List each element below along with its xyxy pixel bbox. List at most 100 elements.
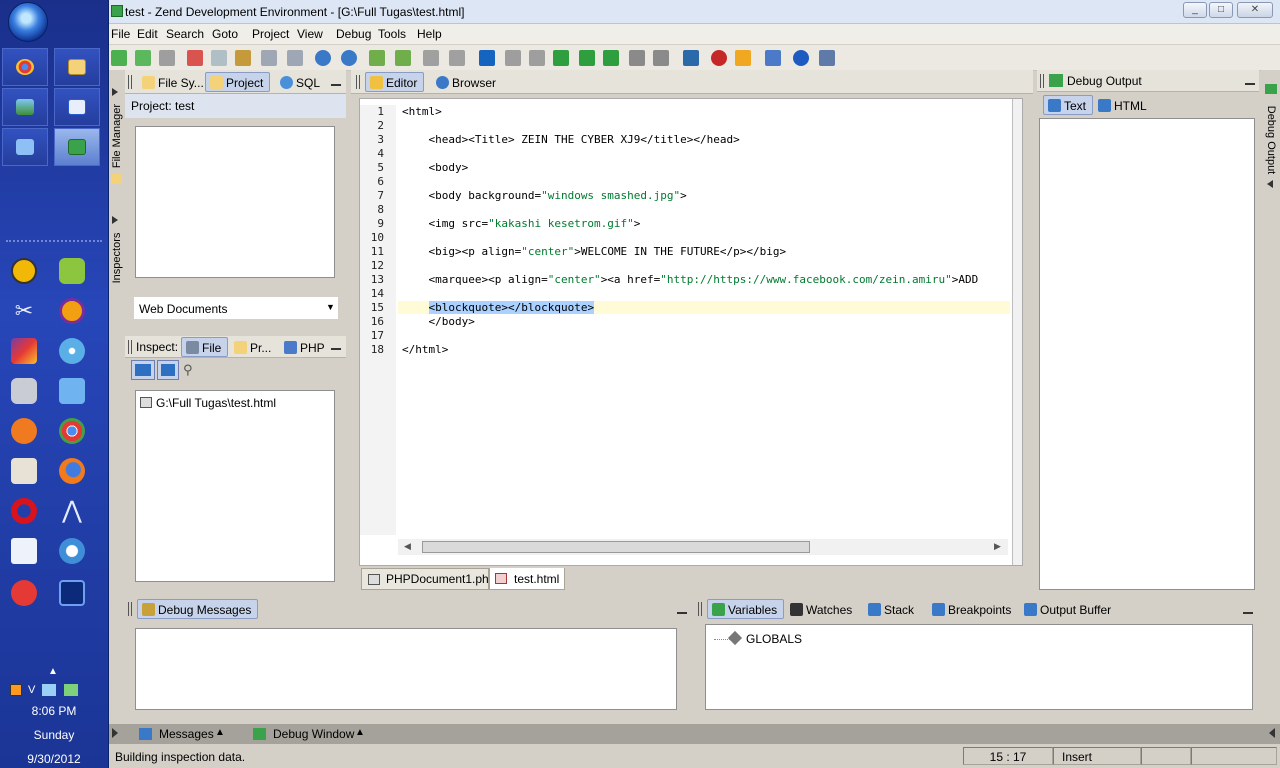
code-line[interactable]: <html> — [402, 105, 442, 118]
code-line[interactable]: <img src="kakashi kesetrom.gif"> — [402, 217, 640, 230]
tab-inspect-project[interactable]: Pr... — [229, 337, 278, 357]
tab-inspect-php[interactable]: PHP — [279, 337, 332, 357]
back-icon[interactable] — [423, 50, 439, 66]
taskbar-word-tile[interactable] — [54, 88, 100, 126]
taskbar-explorer-tile[interactable] — [54, 48, 100, 86]
panel-grip[interactable] — [128, 340, 132, 354]
side-tab-file-manager[interactable]: File Manager — [111, 90, 123, 182]
side-tab-debug-output[interactable]: Debug Output — [1265, 100, 1277, 180]
run-to-cursor-icon[interactable] — [579, 50, 595, 66]
step-up-icon[interactable] — [505, 50, 521, 66]
taskbar-notepad-tile[interactable] — [2, 128, 48, 166]
dock-expand-icon[interactable] — [112, 728, 118, 738]
panel-grip[interactable] — [1040, 74, 1044, 88]
vertical-scrollbar[interactable] — [1012, 99, 1022, 565]
clock-time[interactable]: 8:06 PM — [0, 704, 108, 718]
redo-icon[interactable] — [287, 50, 303, 66]
dock-player-icon[interactable] — [55, 534, 89, 568]
dock-android-icon[interactable] — [55, 254, 89, 288]
maximize-button[interactable]: □ — [1209, 2, 1233, 18]
clock-date[interactable]: 9/30/2012 — [0, 752, 108, 766]
code-line[interactable]: <marquee><p align="center"><a href="http… — [402, 273, 978, 286]
context-help-icon[interactable] — [819, 50, 835, 66]
code-line[interactable]: <blockquote></blockquote> — [398, 301, 1010, 314]
tab-output-buffer[interactable]: Output Buffer — [1019, 599, 1118, 619]
tab-output-text[interactable]: Text — [1043, 95, 1094, 115]
taskbar-zend-tile[interactable] — [54, 128, 100, 166]
profile-icon[interactable] — [683, 50, 699, 66]
project-tree[interactable] — [135, 126, 335, 278]
find-replace-icon[interactable] — [341, 50, 357, 66]
step-start-icon[interactable] — [479, 50, 495, 66]
code-line[interactable]: <body background="windows smashed.jpg"> — [402, 189, 686, 202]
menu-goto[interactable]: Goto — [212, 27, 238, 41]
tab-variables[interactable]: Variables — [707, 599, 785, 619]
find-icon[interactable] — [315, 50, 331, 66]
horizontal-scrollbar[interactable]: ◀ ▶ — [398, 539, 1008, 555]
tray-network-icon[interactable] — [42, 684, 56, 696]
tab-inspect-file[interactable]: File — [181, 337, 229, 357]
menu-tools[interactable]: Tools — [378, 27, 406, 41]
insert-mode[interactable]: Insert — [1053, 747, 1141, 765]
save-icon[interactable] — [159, 50, 175, 66]
dock-arch-icon[interactable]: ⋀ — [55, 494, 89, 528]
scroll-thumb[interactable] — [422, 541, 810, 553]
panel-grip[interactable] — [128, 602, 132, 616]
taskbar-picture-tile[interactable] — [2, 88, 48, 126]
dock-opera-icon[interactable] — [7, 494, 41, 528]
table-icon[interactable] — [765, 50, 781, 66]
help-icon[interactable] — [793, 50, 809, 66]
scroll-left-icon[interactable]: ◀ — [404, 541, 411, 552]
dock-messages-tab[interactable]: Messages ▲ — [139, 726, 247, 742]
menu-file[interactable]: File — [111, 27, 130, 41]
tray-arrow-icon[interactable]: ▲ — [48, 666, 58, 677]
dock-pz-icon[interactable] — [55, 576, 89, 610]
undo-icon[interactable] — [261, 50, 277, 66]
menu-debug[interactable]: Debug — [336, 27, 371, 41]
debug-messages-content[interactable] — [135, 628, 677, 710]
tab-file-system[interactable]: File Sy... — [137, 72, 211, 92]
menu-project[interactable]: Project — [252, 27, 289, 41]
dock-network-icon[interactable] — [55, 374, 89, 408]
tray-flag-icon[interactable] — [64, 684, 78, 696]
close-button[interactable]: ✕ — [1237, 2, 1273, 18]
dock-ubuntu-icon[interactable] — [7, 414, 41, 448]
copy-icon[interactable] — [211, 50, 227, 66]
inspect-functions-button[interactable] — [157, 360, 179, 380]
menu-help[interactable]: Help — [417, 27, 442, 41]
code-line[interactable]: </html> — [402, 343, 448, 356]
dock-collapse-icon[interactable] — [1269, 728, 1275, 738]
inspect-tree-item[interactable]: G:\Full Tugas\test.html — [156, 396, 276, 410]
minimize-panel-icon[interactable] — [1245, 83, 1255, 85]
panel-grip[interactable] — [698, 602, 702, 616]
menu-search[interactable]: Search — [166, 27, 204, 41]
minimize-panel-icon[interactable] — [1243, 612, 1253, 614]
tab-project[interactable]: Project — [205, 72, 271, 92]
goto-icon[interactable] — [369, 50, 385, 66]
start-button[interactable] — [8, 2, 48, 42]
menu-edit[interactable]: Edit — [137, 27, 158, 41]
minimize-panel-icon[interactable] — [331, 348, 341, 350]
side-tab-inspectors[interactable]: Inspectors — [111, 220, 123, 296]
step-down-icon[interactable] — [529, 50, 545, 66]
tab-output-html[interactable]: HTML — [1093, 95, 1154, 115]
tab-editor[interactable]: Editor — [365, 72, 425, 92]
tab-stack[interactable]: Stack — [863, 599, 921, 619]
run-icon[interactable] — [553, 50, 569, 66]
dock-disc-icon[interactable] — [55, 334, 89, 368]
dock-camera-icon[interactable] — [7, 374, 41, 408]
file-tab-phpdocument[interactable]: PHPDocument1.php — [361, 568, 495, 590]
dock-winrar-icon[interactable] — [7, 334, 41, 368]
dock-scissors-icon[interactable]: ✂ — [7, 294, 41, 328]
tab-browser[interactable]: Browser — [431, 72, 503, 92]
file-tab-test-html[interactable]: test.html — [489, 568, 565, 590]
breakpoint-icon[interactable] — [711, 50, 727, 66]
dock-aimp-icon[interactable] — [7, 254, 41, 288]
dock-download-icon[interactable] — [7, 576, 41, 610]
forward-icon[interactable] — [449, 50, 465, 66]
tab-debug-messages[interactable]: Debug Messages — [137, 599, 259, 619]
dock-paint-icon[interactable] — [7, 534, 41, 568]
tray-app-icon[interactable] — [10, 684, 22, 696]
tray-v-icon[interactable]: V — [28, 684, 35, 696]
new-file-icon[interactable] — [111, 50, 127, 66]
